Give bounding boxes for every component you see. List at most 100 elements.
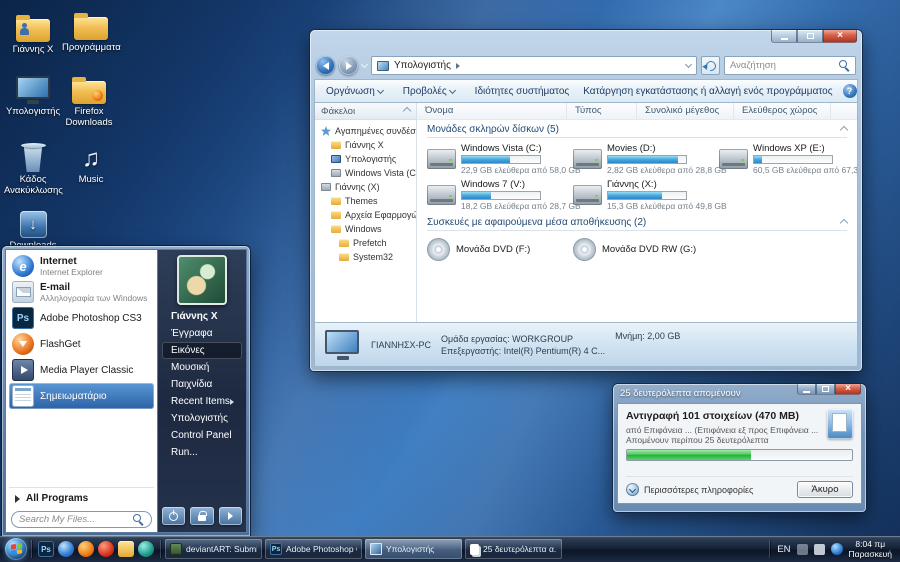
lock-button[interactable] [190,507,214,525]
drive-item-e[interactable]: Windows XP (E:) 60,5 GB ελεύθερα από 67,3… [719,142,857,175]
desktop-icon-recycle-bin[interactable]: Κάδος Ανακύκλωσης [4,138,63,197]
folders-header[interactable]: Φάκελοι [315,103,416,120]
drive-item-d[interactable]: Movies (D:) 2,82 GB ελεύθερα από 28,8 GB [573,142,727,175]
organize-menu[interactable]: Οργάνωση [322,84,387,99]
tree-item-user[interactable]: Γιάννης Χ [315,138,416,152]
drive-item-c[interactable]: Windows Vista (C:) 22,9 GB ελεύθερα από 5… [427,142,581,175]
clock[interactable]: 8:04 πμ Παρασκευή [849,539,892,559]
quicklaunch-browser-icon[interactable] [58,541,74,557]
address-bar[interactable]: Υπολογιστής [371,56,697,75]
tree-item-themes[interactable]: Themes [315,194,416,208]
collapse-icon[interactable] [839,125,849,134]
breadcrumb-chevron-icon[interactable] [455,62,460,69]
system-properties-button[interactable]: Ιδιότητες συστήματος [471,84,574,99]
language-indicator[interactable]: EN [777,544,790,555]
desktop-icon-programs[interactable]: Προγράμματα [62,6,121,54]
minimize-button[interactable] [771,30,797,43]
uninstall-program-button[interactable]: Κατάργηση εγκατάστασης ή αλλαγή ενός προ… [579,84,836,99]
start-right-recent-items[interactable]: Recent Items [158,393,246,410]
tree-item-favorite-links[interactable]: Αγαπημένες συνδέσεις [315,124,416,138]
close-button[interactable]: × [835,384,861,395]
start-button[interactable] [5,538,27,560]
user-avatar[interactable] [177,255,227,305]
column-header-total-size[interactable]: Συνολικό μέγεθος [637,103,734,119]
address-dropdown-icon[interactable] [684,60,693,69]
chevron-down-icon [448,86,456,94]
tree-item-windows[interactable]: Windows [315,222,416,236]
quicklaunch-photoshop-icon[interactable]: Ps [38,541,54,557]
desktop-icon-music[interactable]: ♫ Music [62,138,120,186]
search-box[interactable] [724,56,856,75]
start-item-flashget[interactable]: FlashGet [9,331,154,357]
maximize-button[interactable] [797,30,823,43]
history-dropdown-icon[interactable] [360,60,369,69]
device-item-dvd-rw-g[interactable]: Μονάδα DVD RW (G:) [573,235,719,263]
forward-button[interactable] [339,56,358,75]
start-right-control-panel[interactable]: Control Panel [158,427,246,444]
tray-icon[interactable] [796,543,808,555]
taskbtn-photoshop[interactable]: PsAdobe Photoshop C... [265,539,362,559]
tree-item-program-files[interactable]: Αρχεία Εφαρμογών [315,208,416,222]
column-header-name[interactable]: Όνομα [417,103,567,119]
quicklaunch-media-icon[interactable] [138,541,154,557]
device-item-dvd-f[interactable]: Μονάδα DVD (F:) [427,235,573,263]
start-right-games[interactable]: Παιχνίδια [158,376,246,393]
tree-item-windows-vista-c[interactable]: Windows Vista (C) [315,166,416,180]
media-player-icon [12,359,34,381]
drive-item-x[interactable]: Γιάννης (Χ:) 15,3 GB ελεύθερα από 49,8 GB [573,178,727,211]
search-input[interactable] [730,60,839,71]
expand-details-button[interactable] [626,483,639,496]
taskbtn-computer[interactable]: Υπολογιστής [365,539,462,559]
help-button[interactable]: ? [842,84,857,98]
start-right-music[interactable]: Μουσική [158,359,246,376]
tree-item-computer[interactable]: Υπολογιστής [315,152,416,166]
taskbtn-copy-dialog[interactable]: 25 δευτερόλεπτα α... [465,539,562,559]
desktop-icon-firefox-downloads[interactable]: Firefox Downloads [60,70,118,129]
minimize-button[interactable] [797,384,816,395]
drive-item-v[interactable]: Windows 7 (V:) 18,2 GB ελεύθερα από 28,7 … [427,178,581,211]
tray-icon[interactable] [813,543,825,555]
quicklaunch-flashget-icon[interactable] [98,541,114,557]
power-button[interactable] [162,507,186,525]
start-item-notepad[interactable]: Σημειωματάριο [9,383,154,409]
desktop-icon-computer[interactable]: Υπολογιστής [4,70,62,118]
start-right-user[interactable]: Γιάννης Χ [158,308,246,325]
collapse-icon[interactable] [839,218,849,227]
explorer-titlebar[interactable]: × [314,30,858,52]
start-right-computer[interactable]: Υπολογιστής [158,410,246,427]
close-button[interactable]: × [823,30,857,43]
taskbtn-deviantart[interactable]: deviantART: Submis... [165,539,262,559]
maximize-button[interactable] [816,384,835,395]
column-header-free-space[interactable]: Ελεύθερος χώρος [734,103,831,119]
quicklaunch-folder-icon[interactable] [118,541,134,557]
start-item-media-player-classic[interactable]: Media Player Classic [9,357,154,383]
column-header-type[interactable]: Τύπος [567,103,637,119]
copy-from-to: από Επιφάνεια ... (Επιφάνεια εξ προς Επι… [626,425,821,435]
start-right-run[interactable]: Run... [158,444,246,461]
start-item-email[interactable]: E-mail Αλληλογραφία των Windows [9,279,154,305]
network-tray-icon[interactable] [830,543,843,555]
tree-item-prefetch[interactable]: Prefetch [315,236,416,250]
copy-dialog-titlebar[interactable]: 25 δευτερόλεπτα απομένουν × [617,384,862,403]
back-button[interactable] [316,56,335,75]
breadcrumb-segment[interactable]: Υπολογιστής [394,60,451,71]
quicklaunch-firefox-icon[interactable] [78,541,94,557]
start-right-documents[interactable]: Έγγραφα [158,325,246,342]
start-search-input[interactable] [19,514,133,525]
refresh-button[interactable] [701,56,720,75]
more-info-label[interactable]: Περισσότερες πληροφορίες [644,485,753,495]
start-item-internet[interactable]: e Internet Internet Explorer [9,253,154,279]
start-right-pictures[interactable]: Εικόνες [162,342,242,359]
cancel-button[interactable]: Άκυρο [797,481,853,498]
desktop-icon-downloads[interactable]: ↓ Downloads [4,204,62,252]
start-search-box[interactable] [11,511,152,528]
group-header-removable-media[interactable]: Συσκευές με αφαιρούμενα μέσα αποθήκευσης… [427,217,849,231]
shutdown-options-button[interactable] [218,507,242,525]
desktop-icon-user-folder[interactable]: Γιάννης Χ [4,8,62,56]
tree-item-giannis-x[interactable]: Γιάννης (Χ) [315,180,416,194]
all-programs-button[interactable]: All Programs [9,487,154,508]
views-menu[interactable]: Προβολές [399,84,459,99]
start-item-photoshop[interactable]: Ps Adobe Photoshop CS3 [9,305,154,331]
group-header-hard-drives[interactable]: Μονάδες σκληρών δίσκων (5) [427,124,849,138]
tree-item-system32[interactable]: System32 [315,250,416,264]
